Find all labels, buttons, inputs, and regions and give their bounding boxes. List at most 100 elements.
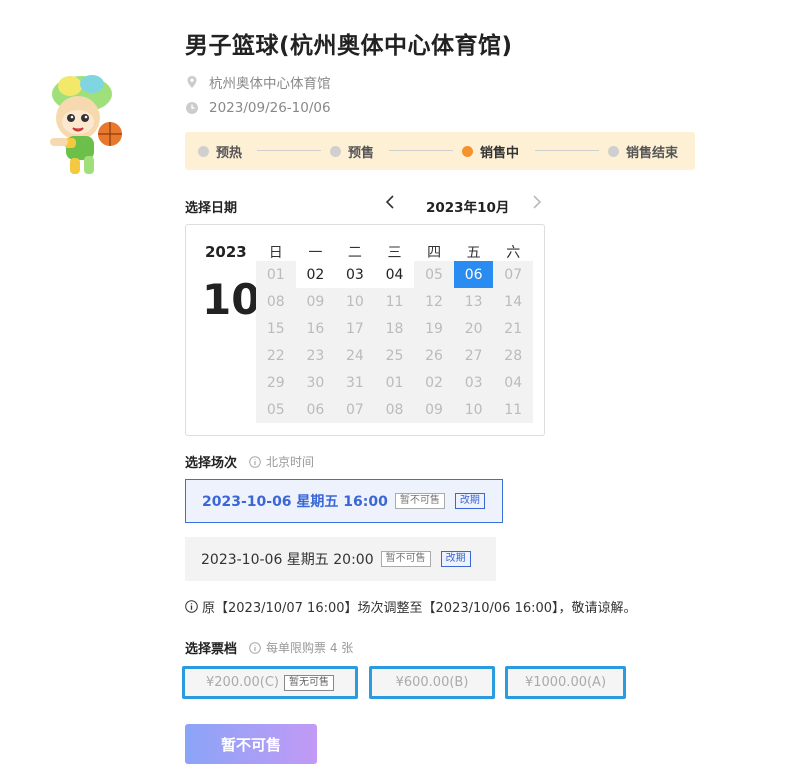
venue-text: 杭州奥体中心体育馆: [209, 76, 331, 92]
calendar-day-number: 04: [504, 374, 523, 391]
calendar-day-number: 11: [504, 401, 523, 418]
mascot-image: [40, 72, 132, 176]
calendar-day-number: 23: [306, 347, 325, 364]
calendar-day: 12: [414, 288, 454, 315]
calendar-day-number: 19: [425, 320, 443, 337]
weekday-label: 六: [506, 245, 521, 261]
calendar-day-number: 10: [464, 401, 483, 418]
calendar-day[interactable]: 03: [335, 261, 375, 288]
reschedule-notice: 原【2023/10/07 16:00】场次调整至【2023/10/06 16:0…: [185, 597, 637, 616]
calendar-day: 20: [453, 315, 494, 342]
calendar-day-number: 10: [346, 293, 364, 310]
calendar-day: 01: [374, 369, 415, 396]
calendar-day-number: 01: [266, 266, 285, 283]
select-ticket-label: 选择票档: [185, 642, 238, 657]
calendar-day: 05: [256, 396, 296, 423]
calendar-day: 31: [335, 369, 375, 396]
calendar-day-number: 02: [425, 374, 443, 391]
calendar-day-number: 25: [385, 347, 404, 364]
ticket-tier-c[interactable]: ¥200.00(C) 暂无可售: [182, 666, 358, 699]
page-title: 男子篮球(杭州奥体中心体育馆): [185, 33, 513, 59]
calendar-day-number: 08: [266, 293, 285, 310]
buy-button[interactable]: 暂不可售: [185, 724, 317, 764]
month-navigator: 2023年10月: [385, 195, 550, 216]
calendar-day-number: 05: [425, 266, 443, 283]
calendar-day: 08: [374, 396, 415, 423]
calendar-day: 19: [414, 315, 454, 342]
calendar-day: 06: [295, 396, 336, 423]
select-session-label: 选择场次: [185, 456, 238, 471]
calendar-day-number: 28: [504, 347, 523, 364]
calendar-day-number: 07: [346, 401, 364, 418]
calendar-day: 07: [335, 396, 375, 423]
calendar-day-number: 14: [504, 293, 523, 310]
weekday-label: 一: [308, 245, 323, 261]
weekday-label: 三: [387, 245, 402, 261]
calendar-day-number: 12: [425, 293, 443, 310]
calendar-day-selected[interactable]: 06: [453, 261, 494, 288]
calendar-day[interactable]: 04: [374, 261, 415, 288]
calendar-day: 16: [295, 315, 336, 342]
progress-connector: [535, 150, 599, 151]
calendar-day-number: 27: [464, 347, 483, 364]
calendar-day-number: 05: [266, 401, 285, 418]
ticket-price: ¥200.00(C): [206, 675, 279, 690]
status-badge: 暂不可售: [380, 551, 431, 567]
calendar-day-number: 03: [346, 266, 364, 283]
calendar-day: 04: [493, 369, 533, 396]
calendar-day-number: 30: [306, 374, 325, 391]
info-icon: [249, 455, 261, 468]
session-hint: 北京时间: [249, 453, 314, 470]
next-month-button[interactable]: [532, 195, 542, 213]
calendar-day: 07: [493, 261, 533, 288]
calendar-month: 10: [202, 275, 261, 324]
calendar-day-number: 24: [346, 347, 364, 364]
calendar-day: 17: [335, 315, 375, 342]
weekday-label: 日: [268, 245, 283, 261]
calendar-day: 08: [256, 288, 296, 315]
weekday-label: 五: [466, 245, 481, 261]
ticket-tier-b[interactable]: ¥600.00(B): [369, 666, 495, 699]
calendar-day-number: 11: [385, 293, 404, 310]
session-time: 2023-10-06 星期五 20:00: [201, 552, 374, 568]
calendar-day: 01: [256, 261, 296, 288]
calendar-day: 27: [453, 342, 494, 369]
calendar-day-number: 04: [385, 266, 404, 283]
ticket-tier-a[interactable]: ¥1000.00(A): [505, 666, 626, 699]
calendar-day-number: 26: [425, 347, 443, 364]
calendar-day: 14: [493, 288, 533, 315]
calendar-day: 02: [414, 369, 454, 396]
session-time: 2023-10-06 星期五 16:00: [202, 494, 388, 510]
ticket-limit-hint: 每单限购票 4 张: [249, 639, 353, 656]
calendar-day-number: 03: [464, 374, 483, 391]
progress-connector: [257, 150, 321, 151]
progress-dot-active: [462, 145, 473, 157]
session-option[interactable]: 2023-10-06 星期五 16:00 暂不可售 改期: [185, 479, 503, 523]
weekday-label: 四: [427, 245, 442, 261]
prev-month-button[interactable]: [385, 195, 395, 213]
calendar-day: 25: [374, 342, 415, 369]
calendar-day-number: 17: [346, 320, 364, 337]
calendar-day-number: 02: [306, 266, 325, 283]
reschedule-badge: 改期: [440, 551, 471, 567]
calendar-day[interactable]: 02: [295, 261, 336, 288]
calendar-day: 10: [335, 288, 375, 315]
reschedule-badge: 改期: [454, 493, 485, 509]
chevron-left-icon: [385, 195, 394, 209]
calendar-day-number: 15: [266, 320, 285, 337]
calendar-days: 01 02 03 04 05 06 07 08 09 10 11 12 13 14 15 16 17 18 19 20…: [256, 261, 533, 423]
calendar-year: 2023: [205, 243, 247, 261]
progress-step-ended: 销售结束: [608, 132, 678, 170]
venue-row: 杭州奥体中心体育馆: [185, 72, 331, 92]
session-option[interactable]: 2023-10-06 星期五 20:00 暂不可售 改期: [185, 537, 496, 581]
calendar-day-number: 29: [266, 374, 285, 391]
calendar: 2023 10 日 一 二 三 四 五 六 01 02 03 04 05 06 07 08 09…: [185, 224, 545, 436]
calendar-day-number: 01: [385, 374, 404, 391]
calendar-day: 22: [256, 342, 296, 369]
calendar-day: 21: [493, 315, 533, 342]
calendar-day: 26: [414, 342, 454, 369]
calendar-day-number: 09: [306, 293, 325, 310]
calendar-day: 28: [493, 342, 533, 369]
calendar-day-number: 06: [306, 401, 325, 418]
info-icon: [249, 641, 261, 654]
